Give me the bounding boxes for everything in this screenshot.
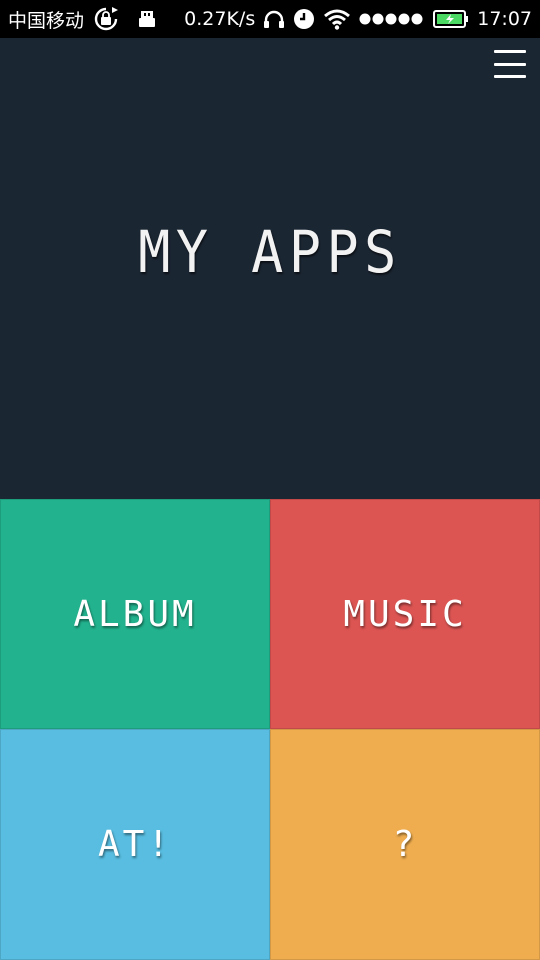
- headphones-icon: [263, 9, 285, 29]
- status-right: 0.27K/s 17:07: [184, 8, 532, 30]
- menu-line: [494, 50, 526, 53]
- at-label: AT!: [97, 824, 173, 865]
- status-bar: 中国移动 0.27K/s 17:07: [0, 0, 540, 38]
- menu-line: [494, 62, 526, 66]
- status-left: 中国移动: [8, 6, 156, 33]
- carrier-name: 中国移动: [8, 9, 85, 32]
- signal-icon: [359, 12, 425, 26]
- clock-time: 17:07: [477, 8, 532, 30]
- at-tile[interactable]: AT!: [0, 729, 270, 960]
- music-tile[interactable]: MUSIC: [270, 499, 540, 729]
- album-label: ALBUM: [73, 593, 197, 635]
- question-label: ?: [392, 824, 418, 865]
- network-speed: 0.27K/s: [184, 8, 256, 30]
- rotation-lock-icon: [92, 6, 120, 32]
- album-tile[interactable]: ALBUM: [0, 499, 270, 729]
- wifi-icon: [323, 8, 351, 30]
- menu-line: [494, 75, 526, 78]
- music-label: MUSIC: [343, 593, 467, 635]
- usb-icon: [138, 9, 156, 29]
- question-tile[interactable]: ?: [270, 729, 540, 960]
- app-header: MY APPS: [0, 38, 540, 499]
- battery-icon: [433, 9, 469, 29]
- alarm-icon: [293, 8, 315, 30]
- app-grid: ALBUM MUSIC AT! ?: [0, 499, 540, 960]
- page-title: MY APPS: [138, 218, 402, 286]
- hamburger-menu-icon[interactable]: [494, 50, 526, 78]
